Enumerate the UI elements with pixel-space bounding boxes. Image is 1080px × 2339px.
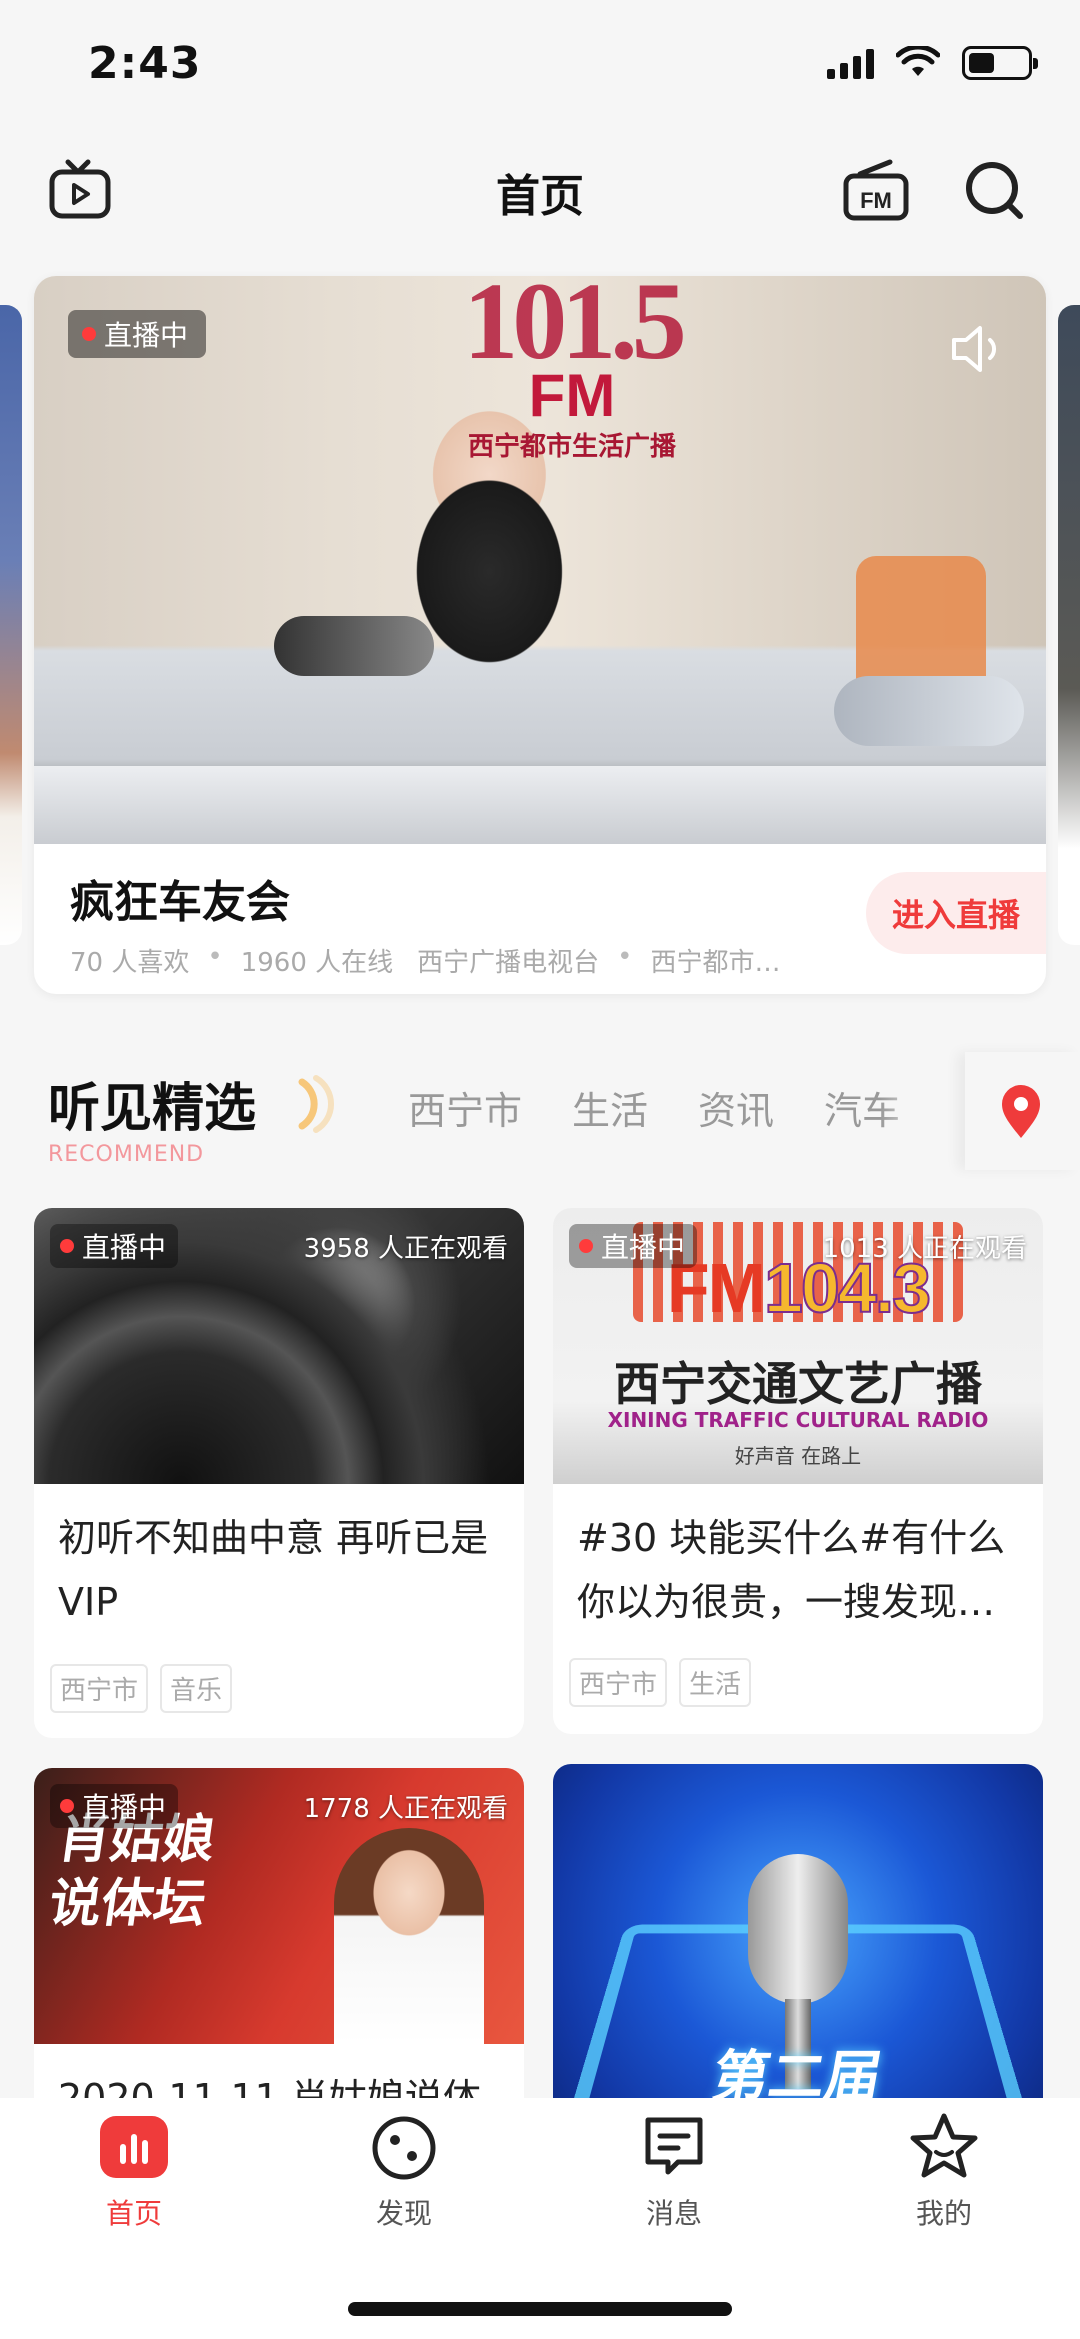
top-header: 首页 FM (0, 140, 1080, 250)
tag: 西宁市 (50, 1664, 149, 1713)
featured-live-card[interactable]: 101.5 FM 西宁都市生活广播 直播中 疯狂车友会 70 人喜欢 • 196… (34, 276, 1046, 994)
section-title: 听见精选 (48, 1079, 257, 1139)
program-meta: 70 人喜欢 • 1960 人在线 西宁广播电视台 • 西宁都市… (70, 942, 781, 978)
microphone-icon (748, 1854, 848, 2004)
recommend-header: 听见精选 RECOMMEND 西宁市 生活 资讯 汽车 (0, 1052, 1080, 1172)
enter-live-button[interactable]: 进入直播 (866, 872, 1046, 954)
category-tabs: 西宁市 生活 资讯 汽车 (408, 1080, 900, 1135)
live-dot-icon (579, 1239, 593, 1253)
discover-icon (372, 2116, 436, 2180)
tab-life[interactable]: 生活 (572, 1080, 648, 1135)
star-icon (910, 2113, 978, 2178)
status-bar: 2:43 (0, 0, 1080, 132)
tag: 音乐 (160, 1664, 233, 1713)
home-chart-icon (100, 2116, 168, 2178)
channel-name: 西宁都市… (650, 948, 781, 978)
search-icon[interactable] (960, 156, 1028, 224)
live-card[interactable]: FM104.3 西宁交通文艺广播 XINING TRAFFIC CULTURAL… (553, 1208, 1043, 1734)
card-title: #30 块能买什么#有什么你以为很贵，一搜发现便宜的 (577, 1516, 1006, 1624)
nav-discover[interactable]: 发现 (304, 2110, 504, 2232)
live-card[interactable]: 直播中 3958 人正在观看 初听不知曲中意 再听已是 VIP 西宁市 音乐 (34, 1208, 524, 1738)
live-dot-icon (82, 327, 96, 341)
status-time: 2:43 (88, 38, 202, 89)
live-badge: 直播中 (50, 1224, 179, 1268)
tag: 西宁市 (569, 1658, 668, 1707)
svg-text:FM: FM (860, 188, 892, 213)
tab-xining[interactable]: 西宁市 (408, 1080, 522, 1135)
page-title: 首页 (496, 171, 584, 222)
watching-count: 1778 人正在观看 (303, 1794, 508, 1824)
cellular-signal-icon (827, 47, 874, 79)
card-tags: 西宁市 音乐 (50, 1664, 233, 1713)
live-dot-icon (60, 1239, 74, 1253)
status-icons (827, 46, 1038, 80)
watching-count: 1013 人正在观看 (822, 1234, 1027, 1264)
wifi-icon (896, 46, 940, 76)
nav-messages[interactable]: 消息 (574, 2110, 774, 2232)
nav-profile[interactable]: 我的 (844, 2110, 1044, 2232)
online-count: 1960 人在线 (240, 948, 394, 978)
fm-radio-icon[interactable]: FM (842, 156, 910, 224)
sound-wave-icon (298, 1075, 335, 1133)
speaker-icon[interactable] (946, 318, 1008, 380)
live-badge: 直播中 (68, 310, 207, 358)
card-tags: 西宁市 生活 (569, 1658, 752, 1707)
live-badge: 直播中 (569, 1224, 698, 1268)
message-icon (645, 2117, 703, 2175)
watching-count: 3958 人正在观看 (303, 1234, 508, 1264)
battery-icon (962, 46, 1038, 80)
tab-news[interactable]: 资讯 (698, 1080, 774, 1135)
live-dot-icon (60, 1799, 74, 1813)
station-logo: 101.5 FM 西宁都市生活广播 (463, 276, 687, 462)
section-subtitle: RECOMMEND (48, 1142, 205, 1167)
carousel-prev-card[interactable] (0, 305, 22, 945)
program-title: 疯狂车友会 (70, 877, 290, 928)
live-badge: 直播中 (50, 1784, 179, 1828)
carousel-next-card[interactable] (1058, 305, 1080, 945)
likes-count: 70 人喜欢 (70, 948, 190, 978)
card-title: 初听不知曲中意 再听已是 VIP (58, 1516, 489, 1624)
studio-image: 101.5 FM 西宁都市生活广播 (34, 276, 1046, 844)
nav-home[interactable]: 首页 (34, 2110, 234, 2232)
home-indicator[interactable] (348, 2302, 732, 2316)
tag: 生活 (679, 1658, 752, 1707)
source-name: 西宁广播电视台 (417, 948, 600, 978)
location-pin-icon[interactable] (998, 1084, 1044, 1140)
